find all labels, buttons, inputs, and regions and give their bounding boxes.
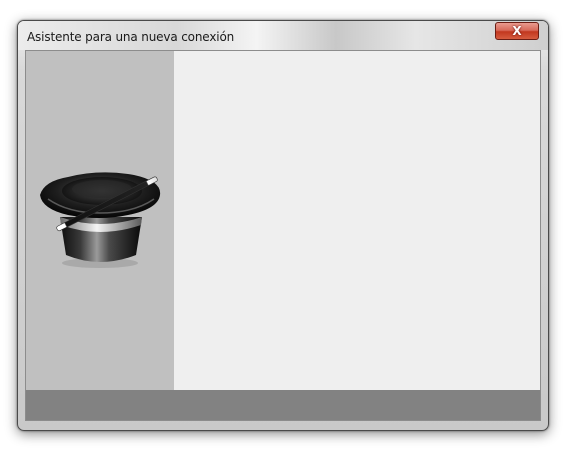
wizard-footer-bar bbox=[26, 390, 540, 420]
window-title: Asistente para una nueva conexión bbox=[27, 30, 235, 44]
wizard-content-panel bbox=[174, 51, 540, 390]
wizard-sidebar bbox=[26, 51, 174, 390]
magic-hat-wand-icon bbox=[40, 172, 161, 268]
close-icon: X bbox=[512, 24, 522, 38]
title-bar[interactable]: Asistente para una nueva conexión X bbox=[18, 21, 548, 50]
wizard-client-area bbox=[25, 50, 541, 421]
close-button[interactable]: X bbox=[495, 22, 539, 40]
wizard-window: Asistente para una nueva conexión X bbox=[17, 20, 549, 431]
